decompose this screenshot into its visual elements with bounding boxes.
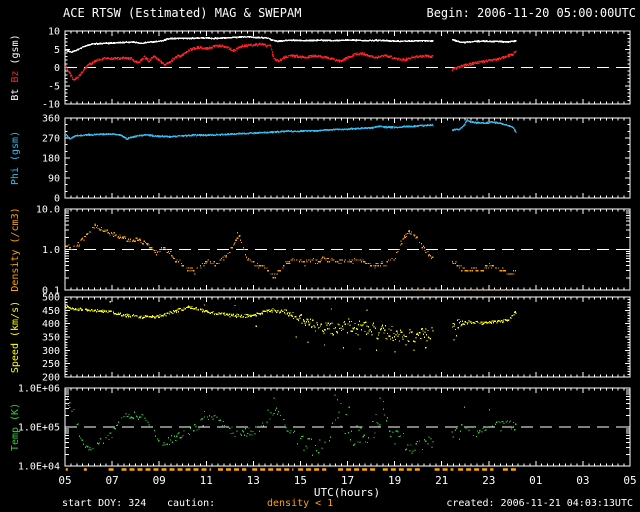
y-tick-label: 90 [48, 174, 60, 185]
y-tick-label: 180 [42, 154, 60, 165]
y-tick-label: 300 [42, 346, 60, 357]
x-tick-label: 05 [623, 474, 636, 487]
axis-ticks [64, 296, 631, 378]
y-tick-label: -10 [42, 100, 60, 111]
panel-temp: 1.0E+06 1.0E+05 1.0E+04 Temp (K) [10, 384, 631, 473]
series-speed [65, 301, 517, 353]
panel-density: 10.01.00.1Density (/cm3) [10, 205, 631, 297]
y-tick-label: 500 [42, 293, 60, 304]
y-tick-label: 0 [54, 194, 60, 205]
x-tick-label: 15 [294, 474, 307, 487]
y-axis-title: Density (/cm3) [10, 207, 21, 291]
x-tick-label: 01 [529, 474, 542, 487]
panel-speed: 500 450 400 350 300 250 200 Speed (km/s) [10, 293, 631, 384]
y-tick-label: 1.0E+06 [18, 384, 60, 395]
x-tick-label: 07 [105, 474, 118, 487]
x-tick-label: 05 [58, 474, 71, 487]
y-tick-label: 5 [54, 45, 60, 56]
y-tick-label: 1.0E+05 [18, 423, 60, 434]
y-tick-label: 0 [54, 63, 60, 74]
created-timestamp: created: 2006-11-21 04:03:13UTC [446, 498, 633, 509]
panel-frame [64, 296, 631, 378]
x-tick-label: 19 [388, 474, 401, 487]
x-tick-label: 13 [247, 474, 260, 487]
y-tick-label: 250 [42, 359, 60, 370]
y-tick-label: 200 [42, 373, 60, 384]
series-density [65, 223, 516, 291]
y-axis-title: Speed (km/s) [10, 301, 21, 373]
y-axis-title: Phi (gsm) [10, 131, 21, 185]
y-tick-label: -5 [48, 81, 60, 92]
x-tick-label: 21 [435, 474, 448, 487]
x-tick-label: 03 [576, 474, 589, 487]
x-tick-label: 11 [200, 474, 213, 487]
y-tick-label: 10.0 [36, 205, 60, 216]
caution-value-label: density < 1 [267, 498, 334, 509]
x-tick-label: 09 [153, 474, 166, 487]
y-tick-label: 270 [42, 134, 60, 145]
y-tick-label: 450 [42, 306, 60, 317]
panel-phi: 360 270 180 90 0 Phi (gsm) [10, 114, 631, 205]
chart-canvas: 10 5 0 -5 -10 Bt Bz (gsm) 360 270 180 90 0 Phi (gsm… [10, 27, 637, 488]
panel-bt-bz: 10 5 0 -5 -10 Bt Bz (gsm) [10, 27, 631, 111]
y-axis-title: Bt Bz (gsm) [10, 34, 21, 100]
start-doy-label: start DOY: 324 [62, 498, 147, 509]
series-bz [65, 42, 517, 81]
ace-rtsw-plot: ACE RTSW (Estimated) MAG & SWEPAM Begin:… [0, 0, 640, 512]
series-phi [65, 118, 517, 140]
y-axis-title: Temp (K) [10, 403, 21, 451]
caution-label: caution: [167, 498, 216, 509]
y-tick-label: 10 [48, 27, 60, 38]
y-tick-label: 400 [42, 319, 60, 330]
y-tick-label: 1.0E+04 [18, 462, 60, 473]
y-tick-label: 1.0 [42, 245, 60, 256]
series-bt [65, 35, 517, 54]
y-tick-label: 360 [42, 114, 60, 125]
series-temp [66, 394, 517, 456]
x-tick-label: 23 [482, 474, 495, 487]
y-tick-label: 350 [42, 333, 60, 344]
